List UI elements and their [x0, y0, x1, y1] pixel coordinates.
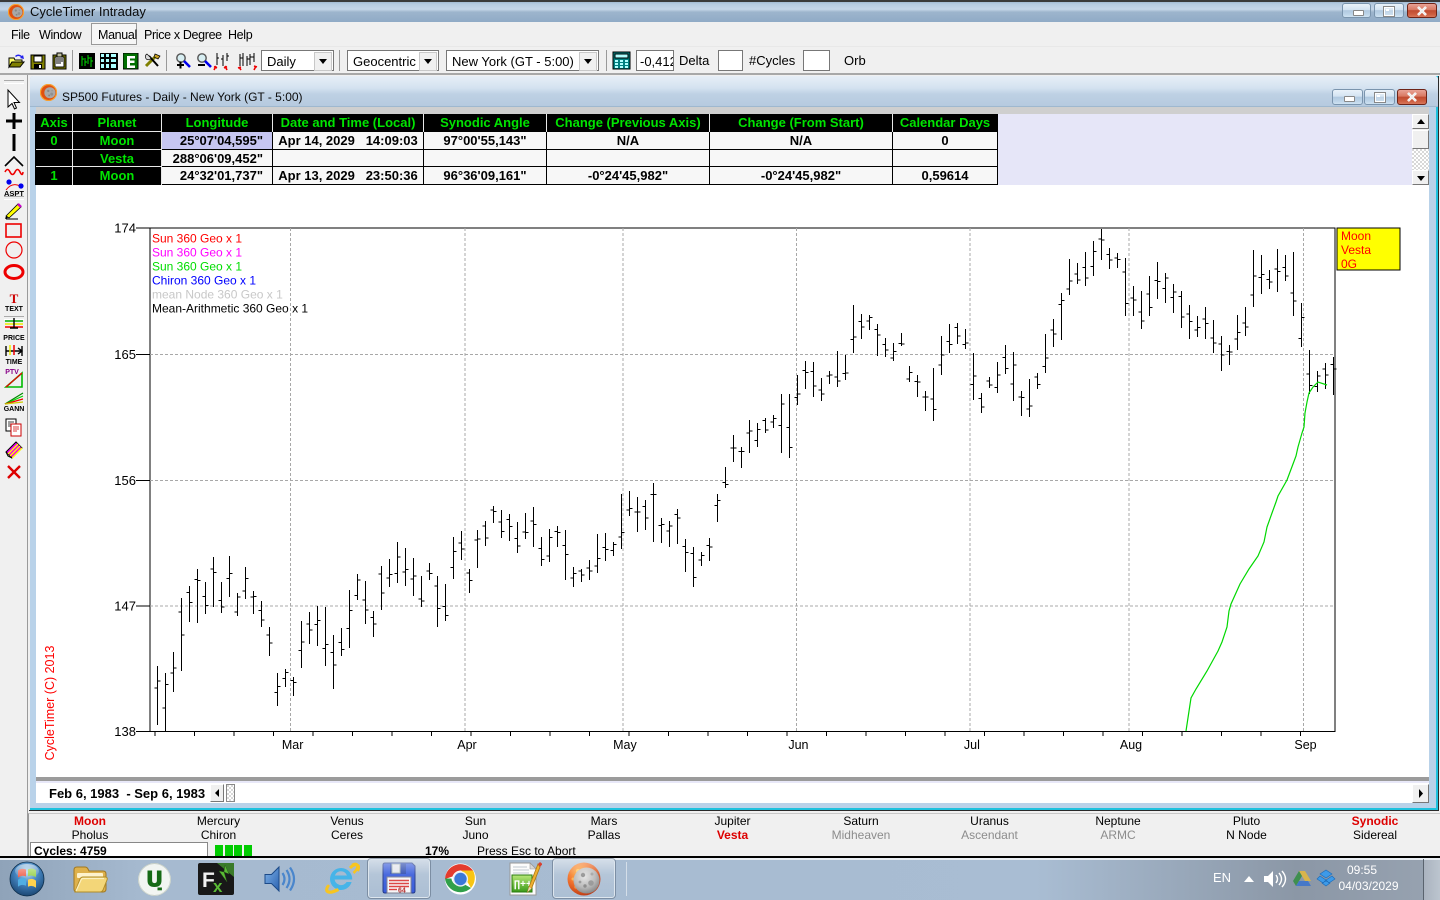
svg-text:Vesta: Vesta [1341, 243, 1371, 257]
svg-text:165: 165 [114, 347, 136, 362]
svg-text:Sun 360 Geo x 1: Sun 360 Geo x 1 [152, 246, 242, 260]
svg-text:Mar: Mar [282, 738, 304, 752]
svg-text:Moon: Moon [1341, 229, 1371, 243]
svg-text:May: May [613, 738, 637, 752]
svg-text:mean Node 360 Geo x 1: mean Node 360 Geo x 1 [152, 288, 283, 302]
svg-text:Chiron 360 Geo x 1: Chiron 360 Geo x 1 [152, 274, 256, 288]
svg-text:Apr: Apr [457, 738, 476, 752]
svg-text:0G: 0G [1341, 257, 1357, 271]
svg-text:TEXT: TEXT [5, 306, 24, 313]
svg-text:PTV: PTV [5, 369, 19, 376]
svg-text:ASPT: ASPT [4, 189, 24, 198]
svg-text:Jun: Jun [788, 738, 808, 752]
svg-text:Sep: Sep [1294, 738, 1316, 752]
svg-text:Sun 360 Geo x 1: Sun 360 Geo x 1 [152, 232, 242, 246]
svg-text:GANN: GANN [4, 406, 25, 413]
svg-text:Aug: Aug [1120, 738, 1142, 752]
svg-text:CycleTimer (C) 2013: CycleTimer (C) 2013 [43, 646, 57, 761]
svg-text:138: 138 [114, 724, 136, 739]
svg-text:156: 156 [114, 473, 136, 488]
svg-text:T: T [10, 291, 19, 306]
svg-text:TIME: TIME [6, 359, 23, 366]
svg-text:Jul: Jul [964, 738, 980, 752]
svg-text:Sun 360 Geo x 1: Sun 360 Geo x 1 [152, 260, 242, 274]
svg-text:x: x [213, 877, 223, 896]
svg-text:174: 174 [114, 221, 136, 236]
svg-text:Mean-Arithmetic 360 Geo x 1: Mean-Arithmetic 360 Geo x 1 [152, 302, 308, 316]
svg-text:PRICE: PRICE [3, 335, 25, 342]
svg-text:147: 147 [114, 599, 136, 614]
